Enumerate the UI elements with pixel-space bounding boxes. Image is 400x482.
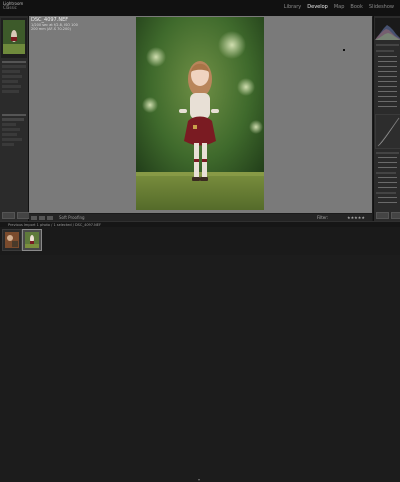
previous-button[interactable] — [376, 212, 389, 219]
detail-slider[interactable] — [378, 182, 397, 183]
navigator-panel[interactable] — [1, 18, 27, 58]
history-item[interactable] — [2, 138, 22, 141]
saturation-slider[interactable] — [378, 106, 397, 107]
hsl-slider[interactable] — [378, 167, 397, 168]
hsl-slider[interactable] — [378, 162, 397, 163]
exposure-slider[interactable] — [378, 56, 397, 57]
preset-item[interactable] — [2, 90, 19, 93]
basic-section-header[interactable] — [376, 44, 399, 46]
detail-header[interactable] — [376, 172, 396, 174]
module-book[interactable]: Book — [350, 4, 362, 11]
blacks-slider[interactable] — [378, 81, 397, 82]
contrast-slider[interactable] — [378, 61, 397, 62]
main-photo[interactable] — [136, 17, 264, 210]
module-map[interactable]: Map — [334, 4, 345, 11]
module-library[interactable]: Library — [284, 4, 301, 11]
copy-button[interactable] — [2, 212, 15, 219]
mouse-cursor — [343, 49, 345, 51]
history-item[interactable] — [2, 133, 17, 136]
top-bar: Lightroom Classic Library Develop Map Bo… — [0, 0, 400, 17]
hsl-header[interactable] — [376, 152, 399, 154]
panel-divider — [2, 114, 26, 116]
collapse-filmstrip-icon[interactable]: ▾ — [198, 477, 200, 482]
module-develop[interactable]: Develop — [307, 4, 328, 11]
photo-info-overlay: DSC_4097.NEF 1/200 sec at f/2.8, ISO 100… — [31, 18, 78, 32]
snapshots-header[interactable] — [2, 118, 24, 121]
filmstrip-thumb-1[interactable] — [2, 229, 22, 251]
right-panel — [373, 16, 400, 221]
navigator-thumbnail[interactable] — [3, 20, 25, 54]
presets-header[interactable] — [2, 65, 26, 68]
shadows-slider[interactable] — [378, 71, 397, 72]
loupe-view-icon[interactable] — [31, 216, 37, 220]
preset-item[interactable] — [2, 75, 22, 78]
detail-slider[interactable] — [378, 187, 397, 188]
thumb-image — [25, 232, 39, 248]
right-panel-buttons — [376, 212, 400, 219]
history-item[interactable] — [2, 143, 14, 146]
lens-slider[interactable] — [378, 202, 397, 203]
app-brand: Lightroom Classic — [3, 2, 23, 10]
compare-view-icon[interactable] — [39, 216, 45, 220]
history-item[interactable] — [2, 123, 16, 126]
filmstrip: ▾ — [0, 227, 400, 482]
module-picker: Library Develop Map Book Slideshow — [284, 4, 394, 11]
lens-slider[interactable] — [378, 197, 397, 198]
before-after-icon[interactable] — [47, 216, 53, 220]
clarity-slider[interactable] — [378, 91, 397, 92]
vibrance-slider[interactable] — [378, 101, 397, 102]
lens-header[interactable] — [376, 192, 396, 194]
tone-curve[interactable] — [375, 114, 400, 149]
module-slideshow[interactable]: Slideshow — [369, 4, 394, 11]
highlights-slider[interactable] — [378, 66, 397, 67]
photo-lens: 200 mm (AF-S 70-200) — [31, 27, 71, 31]
preset-item[interactable] — [2, 70, 20, 73]
profile-row[interactable] — [376, 50, 394, 52]
histogram[interactable] — [375, 18, 400, 40]
left-panel-buttons — [2, 212, 30, 219]
brand-line-2: Classic — [3, 5, 17, 10]
history-item[interactable] — [2, 128, 20, 131]
preset-item[interactable] — [2, 80, 18, 83]
detail-slider[interactable] — [378, 177, 397, 178]
reset-button[interactable] — [391, 212, 400, 219]
texture-slider[interactable] — [378, 86, 397, 87]
image-canvas[interactable]: DSC_4097.NEF 1/200 sec at f/2.8, ISO 100… — [29, 16, 372, 213]
dehaze-slider[interactable] — [378, 96, 397, 97]
left-panel — [0, 16, 30, 221]
thumb-image — [5, 232, 19, 248]
panel-divider — [2, 61, 26, 63]
whites-slider[interactable] — [378, 76, 397, 77]
hsl-slider[interactable] — [378, 157, 397, 158]
preset-item[interactable] — [2, 85, 21, 88]
filmstrip-thumb-2[interactable] — [22, 229, 42, 251]
